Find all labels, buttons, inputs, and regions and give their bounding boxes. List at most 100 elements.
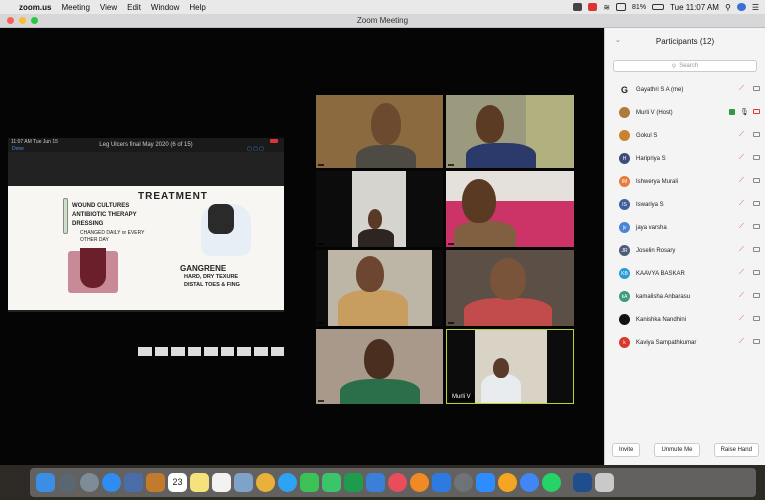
slide-sub-note: CHANGED DAILY or EVERY OTHER DAY	[80, 230, 145, 243]
avatar: H	[619, 153, 630, 164]
trash-icon[interactable]	[595, 473, 614, 492]
maps-icon[interactable]	[322, 473, 341, 492]
slide-thumbnail[interactable]	[237, 346, 251, 356]
slide-thumbnail[interactable]	[253, 346, 268, 356]
menu-edit[interactable]: Edit	[122, 3, 146, 12]
chrome-icon[interactable]	[520, 473, 539, 492]
participant-face	[371, 103, 401, 145]
battery-percent[interactable]: 81%	[632, 4, 646, 11]
mic-on-icon: 🎙	[740, 109, 749, 116]
ulcer-illustration	[80, 248, 106, 288]
share-status-bar: 11:07 AM Tue Jun 15 Done Leg Ulcers fina…	[8, 138, 284, 152]
video-tile[interactable]	[446, 95, 574, 168]
video-tile-active-speaker[interactable]: Murli V	[446, 329, 574, 404]
slide-thumbnail[interactable]	[138, 346, 152, 356]
finder-icon[interactable]	[36, 473, 55, 492]
contacts-icon[interactable]	[124, 473, 143, 492]
participant-body	[481, 374, 521, 403]
menu-app-name[interactable]: zoom.us	[14, 3, 56, 12]
safari-icon[interactable]	[80, 473, 99, 492]
avatar: JR	[619, 245, 630, 256]
airplay-icon[interactable]	[616, 3, 627, 11]
slide-thumbnail[interactable]	[187, 346, 202, 356]
participants-search[interactable]: ⚲ Search	[613, 60, 757, 72]
video-tile[interactable]	[316, 329, 443, 404]
appstore-icon[interactable]	[432, 473, 451, 492]
photos-icon[interactable]	[256, 473, 275, 492]
whatsapp-icon[interactable]	[542, 473, 561, 492]
participant-row[interactable]: IM Ishwerya Murali ⟋	[605, 170, 765, 193]
spotlight-icon[interactable]: ⚲	[725, 3, 731, 12]
participant-row[interactable]: Murli V (Host) 🎙	[605, 101, 765, 124]
raise-hand-button[interactable]: Raise Hand	[713, 443, 759, 457]
battery-icon[interactable]	[652, 4, 665, 10]
participant-row[interactable]: jv jaya varsha ⟋	[605, 216, 765, 239]
reminders-icon[interactable]	[212, 473, 231, 492]
books-icon[interactable]	[146, 473, 165, 492]
music-icon[interactable]	[388, 473, 407, 492]
video-tile[interactable]	[446, 250, 574, 326]
menu-view[interactable]: View	[95, 3, 122, 12]
zoom-status-icon[interactable]	[573, 3, 583, 11]
participants-panel: ⌄ Participants (12) ⚲ Search G Gayathri …	[604, 28, 765, 465]
window-title-bar: Zoom Meeting	[0, 14, 765, 28]
keynote-icon[interactable]	[366, 473, 385, 492]
numbers-icon[interactable]	[344, 473, 363, 492]
slide-thumbnail[interactable]	[204, 346, 218, 356]
menu-help[interactable]: Help	[184, 3, 210, 12]
mail-icon[interactable]	[102, 473, 121, 492]
record-icon[interactable]	[588, 3, 598, 11]
downloads-icon[interactable]	[573, 473, 592, 492]
avatar: k	[619, 337, 630, 348]
participant-row[interactable]: H Haripriya S ⟋	[605, 147, 765, 170]
participant-row[interactable]: Kanishka Nandhini ⟋	[605, 308, 765, 331]
siri-icon[interactable]	[736, 3, 746, 11]
launchpad-icon[interactable]	[58, 473, 77, 492]
participant-row[interactable]: k Kaviya Sampathkumar ⟋	[605, 331, 765, 354]
participant-name: Haripriya S	[636, 155, 666, 162]
avatar: jv	[619, 222, 630, 233]
camera-icon	[753, 316, 760, 321]
video-tile[interactable]	[316, 171, 443, 247]
video-tile[interactable]	[446, 171, 574, 247]
participant-row[interactable]: IS Iswariya S ⟋	[605, 193, 765, 216]
tile-name	[448, 322, 454, 324]
slide-thumbnail[interactable]	[220, 346, 235, 356]
menu-window[interactable]: Window	[146, 3, 184, 12]
settings-icon[interactable]	[454, 473, 473, 492]
participant-row[interactable]: Gokul S ⟋	[605, 124, 765, 147]
participant-name: jaya varsha	[636, 224, 667, 231]
clock[interactable]: Tue 11:07 AM	[670, 3, 719, 12]
slide-bullet-2: ANTIBIOTIC THERAPY	[72, 212, 137, 218]
participant-row[interactable]: KB KAAVYA BASKAR ⟋	[605, 262, 765, 285]
share-tools-icon[interactable]: ▢ ▢ ▢	[247, 146, 264, 152]
control-center-icon[interactable]: ☰	[752, 3, 759, 12]
calendar-icon[interactable]: 23	[168, 473, 187, 492]
invite-button[interactable]: Invite	[612, 443, 641, 457]
facetime-icon[interactable]	[300, 473, 319, 492]
participant-row[interactable]: kA kamalisha Anbarasu ⟋	[605, 285, 765, 308]
preview-icon[interactable]	[234, 473, 253, 492]
zoom-icon[interactable]	[476, 473, 495, 492]
shared-screen[interactable]: 11:07 AM Tue Jun 15 Done Leg Ulcers fina…	[8, 138, 284, 312]
slide-thumbnail[interactable]	[270, 346, 285, 356]
wifi-icon[interactable]: ≋	[603, 3, 610, 12]
video-tile[interactable]	[316, 250, 443, 326]
participant-name: Ishwerya Murali	[636, 178, 679, 185]
slide-thumbnail[interactable]	[171, 346, 185, 356]
books-app-icon[interactable]	[410, 473, 429, 492]
video-tile[interactable]	[316, 95, 443, 168]
unmute-me-button[interactable]: Unmute Me	[654, 443, 700, 457]
notes-icon[interactable]	[190, 473, 209, 492]
mic-muted-icon: ⟋	[739, 154, 744, 161]
participant-name: Iswariya S	[636, 201, 664, 208]
menu-meeting[interactable]: Meeting	[56, 3, 94, 12]
participant-row[interactable]: G Gayathri S A (me) ⟋	[605, 78, 765, 101]
slide-thumbnail-strip[interactable]	[8, 345, 285, 357]
messages-icon[interactable]	[278, 473, 297, 492]
slide-thumbnail[interactable]	[154, 346, 169, 356]
photo-booth-icon[interactable]	[498, 473, 517, 492]
participant-face	[356, 256, 384, 292]
participant-face	[490, 258, 526, 300]
participant-row[interactable]: JR Joselin Rosary ⟋	[605, 239, 765, 262]
